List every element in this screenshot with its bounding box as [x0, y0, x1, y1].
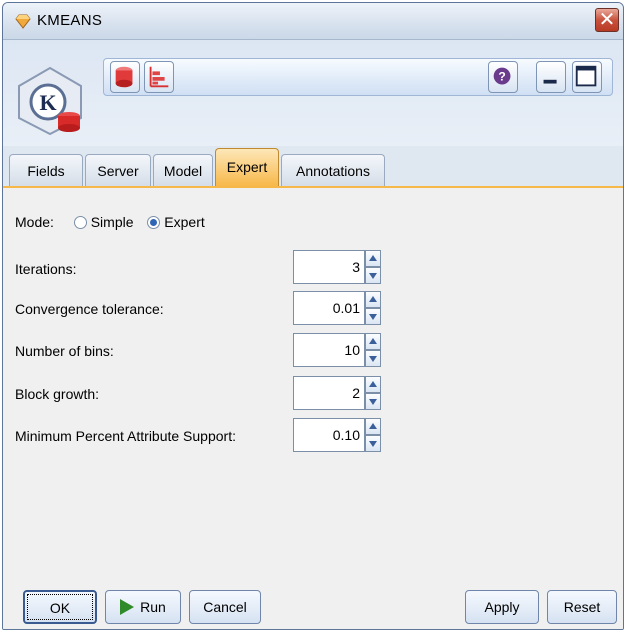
button-bar: OK Run Cancel Apply Reset — [3, 588, 623, 629]
node-toolbar: ? — [103, 58, 613, 96]
run-label: Run — [140, 599, 166, 615]
mode-expert-option[interactable]: Expert — [147, 214, 205, 230]
spin-up-icon — [369, 338, 377, 344]
iterations-label: Iterations: — [15, 261, 77, 277]
number-of-bins-increment[interactable] — [365, 333, 381, 350]
mode-simple-label: Simple — [90, 214, 134, 230]
expert-panel: Mode: Simple Expert Iterations: Converge… — [3, 188, 623, 588]
help-button[interactable]: ? — [488, 61, 518, 93]
block-growth-decrement[interactable] — [365, 393, 381, 410]
run-button[interactable]: Run — [105, 590, 181, 624]
help-glyph: ? — [498, 70, 505, 84]
window-title: KMEANS — [37, 12, 103, 29]
database-icon — [115, 66, 133, 88]
number-of-bins-spinner[interactable] — [293, 333, 383, 367]
spin-down-icon — [369, 399, 377, 405]
chart-icon — [149, 66, 169, 88]
spin-down-icon — [369, 314, 377, 320]
radio-expert[interactable] — [147, 216, 161, 229]
tab-bar: Fields Server Model Expert Annotations — [3, 146, 623, 188]
cancel-button[interactable]: Cancel — [189, 590, 261, 624]
convergence-tolerance-input[interactable] — [293, 291, 365, 325]
spin-up-icon — [369, 381, 377, 387]
run-icon — [120, 599, 135, 615]
min-percent-attribute-support-increment[interactable] — [365, 418, 381, 435]
diamond-icon — [15, 14, 31, 29]
convergence-tolerance-label: Convergence tolerance: — [15, 301, 164, 317]
apply-button[interactable]: Apply — [465, 590, 539, 624]
min-percent-attribute-support-input[interactable] — [293, 418, 365, 452]
number-of-bins-label: Number of bins: — [15, 343, 114, 359]
convergence-tolerance-spinner[interactable] — [293, 291, 383, 325]
maximize-icon — [575, 65, 597, 87]
spin-down-icon — [369, 356, 377, 362]
iterations-spinner[interactable] — [293, 250, 383, 284]
mode-expert-label: Expert — [164, 214, 205, 230]
node-header: K ? — [3, 40, 623, 146]
maximize-button[interactable] — [572, 61, 602, 93]
spin-down-icon — [369, 273, 377, 279]
close-icon: ✕ — [598, 9, 616, 31]
spin-up-icon — [369, 423, 377, 429]
reset-button[interactable]: Reset — [547, 590, 617, 624]
close-button[interactable]: ✕ — [595, 8, 619, 32]
min-percent-attribute-support-spinner[interactable] — [293, 418, 383, 452]
tab-annotations[interactable]: Annotations — [281, 154, 385, 186]
spin-down-icon — [369, 441, 377, 447]
block-growth-label: Block growth: — [15, 386, 100, 402]
kmeans-dialog: KMEANS ✕ K ? Fields Server Model Expert … — [2, 2, 624, 630]
tab-fields[interactable]: Fields — [9, 154, 83, 186]
database-button[interactable] — [110, 61, 140, 93]
mode-label: Mode: — [15, 214, 54, 230]
min-percent-attribute-support-decrement[interactable] — [365, 435, 381, 452]
mode-simple-option[interactable]: Simple — [73, 214, 134, 230]
minimize-icon — [543, 79, 557, 84]
tab-model[interactable]: Model — [153, 154, 213, 186]
number-of-bins-decrement[interactable] — [365, 350, 381, 367]
kmeans-node-icon: K — [18, 66, 82, 136]
mode-row: Mode: Simple Expert — [15, 214, 205, 230]
iterations-increment[interactable] — [365, 250, 381, 267]
tab-server[interactable]: Server — [85, 154, 151, 186]
help-icon: ? — [493, 67, 511, 85]
number-of-bins-input[interactable] — [293, 333, 365, 367]
iterations-input[interactable] — [293, 250, 365, 284]
spin-up-icon — [369, 296, 377, 302]
convergence-tolerance-increment[interactable] — [365, 291, 381, 308]
spin-up-icon — [369, 255, 377, 261]
chart-button[interactable] — [144, 61, 174, 93]
ok-button[interactable]: OK — [23, 590, 97, 624]
minimize-button[interactable] — [536, 61, 566, 93]
node-letter: K — [39, 90, 56, 115]
iterations-decrement[interactable] — [365, 267, 381, 284]
title-bar[interactable]: KMEANS ✕ — [3, 3, 623, 40]
convergence-tolerance-decrement[interactable] — [365, 308, 381, 325]
radio-simple[interactable] — [73, 216, 87, 229]
block-growth-spinner[interactable] — [293, 376, 383, 410]
tab-expert[interactable]: Expert — [215, 148, 279, 186]
block-growth-increment[interactable] — [365, 376, 381, 393]
block-growth-input[interactable] — [293, 376, 365, 410]
min-percent-attribute-support-label: Minimum Percent Attribute Support: — [15, 428, 236, 444]
